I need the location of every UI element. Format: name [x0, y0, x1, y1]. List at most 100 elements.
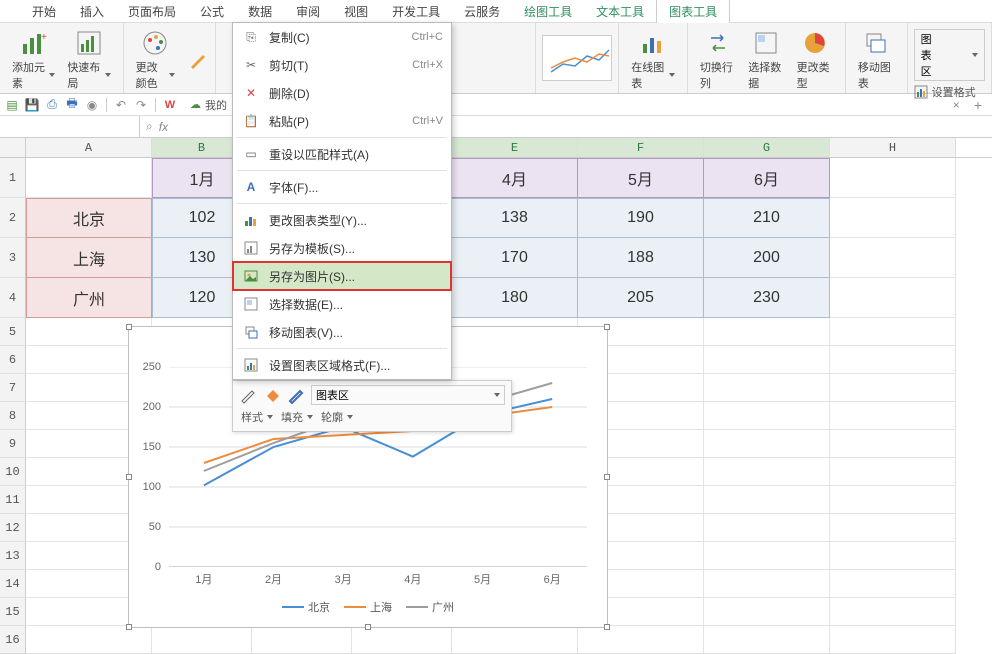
row-header-3[interactable]: 3 [0, 238, 26, 278]
mini-fill-button[interactable] [263, 386, 281, 404]
cell[interactable] [830, 402, 956, 430]
menu-font[interactable]: A字体(F)... [233, 173, 451, 201]
row-header[interactable]: 5 [0, 318, 26, 346]
cell[interactable] [152, 626, 252, 654]
row-header[interactable]: 8 [0, 402, 26, 430]
chart-style-preview[interactable] [542, 35, 612, 81]
chart-area-selector[interactable]: 图表区 [914, 29, 985, 81]
cell[interactable] [830, 278, 956, 318]
cell[interactable] [704, 458, 830, 486]
tab-view[interactable]: 视图 [332, 0, 380, 23]
cell[interactable]: 4月 [452, 158, 578, 198]
row-header-4[interactable]: 4 [0, 278, 26, 318]
cell[interactable]: 广州 [26, 278, 152, 318]
undo-icon[interactable]: ↶ [113, 97, 129, 113]
tab-start[interactable]: 开始 [20, 0, 68, 23]
tab-draw[interactable]: 绘图工具 [512, 0, 584, 23]
new-icon[interactable]: ▤ [4, 97, 20, 113]
cell[interactable]: 205 [578, 278, 704, 318]
cell[interactable] [704, 318, 830, 346]
tab-text[interactable]: 文本工具 [584, 0, 656, 23]
mini-chart-element-selector[interactable]: 图表区 [311, 385, 505, 405]
cell[interactable] [830, 318, 956, 346]
cell[interactable]: 210 [704, 198, 830, 238]
cell[interactable]: 180 [452, 278, 578, 318]
menu-move-chart[interactable]: 移动图表(V)... [233, 318, 451, 346]
mini-outline-button[interactable] [287, 386, 305, 404]
cell[interactable]: 200 [704, 238, 830, 278]
fx-icon[interactable]: fx [159, 120, 168, 134]
cell[interactable] [830, 598, 956, 626]
menu-format-chart-area[interactable]: 设置图表区域格式(F)... [233, 351, 451, 379]
wps-icon[interactable]: W [162, 97, 178, 113]
cell[interactable] [704, 374, 830, 402]
row-header[interactable]: 16 [0, 626, 26, 654]
cell[interactable] [830, 542, 956, 570]
menu-paste[interactable]: 📋粘贴(P)Ctrl+V [233, 107, 451, 135]
menu-change-chart-type[interactable]: 更改图表类型(Y)... [233, 206, 451, 234]
menu-cut[interactable]: ✂剪切(T)Ctrl+X [233, 51, 451, 79]
cell[interactable] [704, 598, 830, 626]
search-icon[interactable]: ⌕ [146, 119, 153, 134]
row-header[interactable]: 11 [0, 486, 26, 514]
mini-style-button[interactable] [239, 386, 257, 404]
online-chart-button[interactable]: 在线图表 [627, 27, 679, 93]
tab-data[interactable]: 数据 [236, 0, 284, 23]
cell[interactable] [704, 514, 830, 542]
col-header-A[interactable]: A [26, 138, 152, 157]
cell[interactable] [830, 514, 956, 542]
add-element-button[interactable]: + 添加元素 [8, 27, 59, 93]
tab-chart-tools[interactable]: 图表工具 [656, 0, 730, 23]
switch-rc-button[interactable]: 切换行列 [696, 27, 740, 93]
cell[interactable] [452, 626, 578, 654]
row-header[interactable]: 14 [0, 570, 26, 598]
row-header[interactable]: 10 [0, 458, 26, 486]
tab-review[interactable]: 审阅 [284, 0, 332, 23]
cell[interactable] [704, 346, 830, 374]
cell[interactable] [830, 626, 956, 654]
cell[interactable] [830, 430, 956, 458]
print-icon[interactable]: 🖶 [64, 97, 80, 113]
menu-reset-style[interactable]: ▭重设以匹配样式(A) [233, 140, 451, 168]
close-tab-icon[interactable]: × [949, 98, 964, 112]
cell[interactable] [704, 542, 830, 570]
tab-formula[interactable]: 公式 [188, 0, 236, 23]
pen-icon[interactable] [189, 51, 207, 69]
row-header[interactable]: 15 [0, 598, 26, 626]
cell[interactable]: 188 [578, 238, 704, 278]
change-color-button[interactable]: 更改颜色 [132, 27, 180, 93]
name-box[interactable] [0, 116, 140, 137]
cell[interactable]: 138 [452, 198, 578, 238]
cell[interactable] [704, 486, 830, 514]
cell[interactable] [830, 486, 956, 514]
row-header-1[interactable]: 1 [0, 158, 26, 198]
cell[interactable] [830, 198, 956, 238]
cell[interactable] [830, 374, 956, 402]
save-icon[interactable]: 💾 [24, 97, 40, 113]
cell[interactable] [830, 570, 956, 598]
row-header[interactable]: 12 [0, 514, 26, 542]
cell[interactable] [830, 238, 956, 278]
menu-save-as-image[interactable]: 另存为图片(S)... [233, 262, 451, 290]
cell[interactable]: 5月 [578, 158, 704, 198]
move-chart-button[interactable]: 移动图表 [854, 27, 899, 93]
cell[interactable] [26, 158, 152, 198]
row-header[interactable]: 9 [0, 430, 26, 458]
col-header-H[interactable]: H [830, 138, 956, 157]
tab-dev[interactable]: 开发工具 [380, 0, 452, 23]
tab-layout[interactable]: 页面布局 [116, 0, 188, 23]
col-header-E[interactable]: E [452, 138, 578, 157]
col-header-G[interactable]: G [704, 138, 830, 157]
cell[interactable] [830, 158, 956, 198]
cell[interactable] [252, 626, 352, 654]
cell[interactable] [830, 346, 956, 374]
select-all-corner[interactable] [0, 138, 26, 157]
redo-icon[interactable]: ↷ [133, 97, 149, 113]
cell[interactable]: 190 [578, 198, 704, 238]
cell[interactable]: 6月 [704, 158, 830, 198]
col-header-F[interactable]: F [578, 138, 704, 157]
menu-delete[interactable]: ✕删除(D) [233, 79, 451, 107]
cell[interactable] [830, 458, 956, 486]
select-data-button[interactable]: 选择数据 [744, 27, 788, 93]
menu-select-data[interactable]: 选择数据(E)... [233, 290, 451, 318]
